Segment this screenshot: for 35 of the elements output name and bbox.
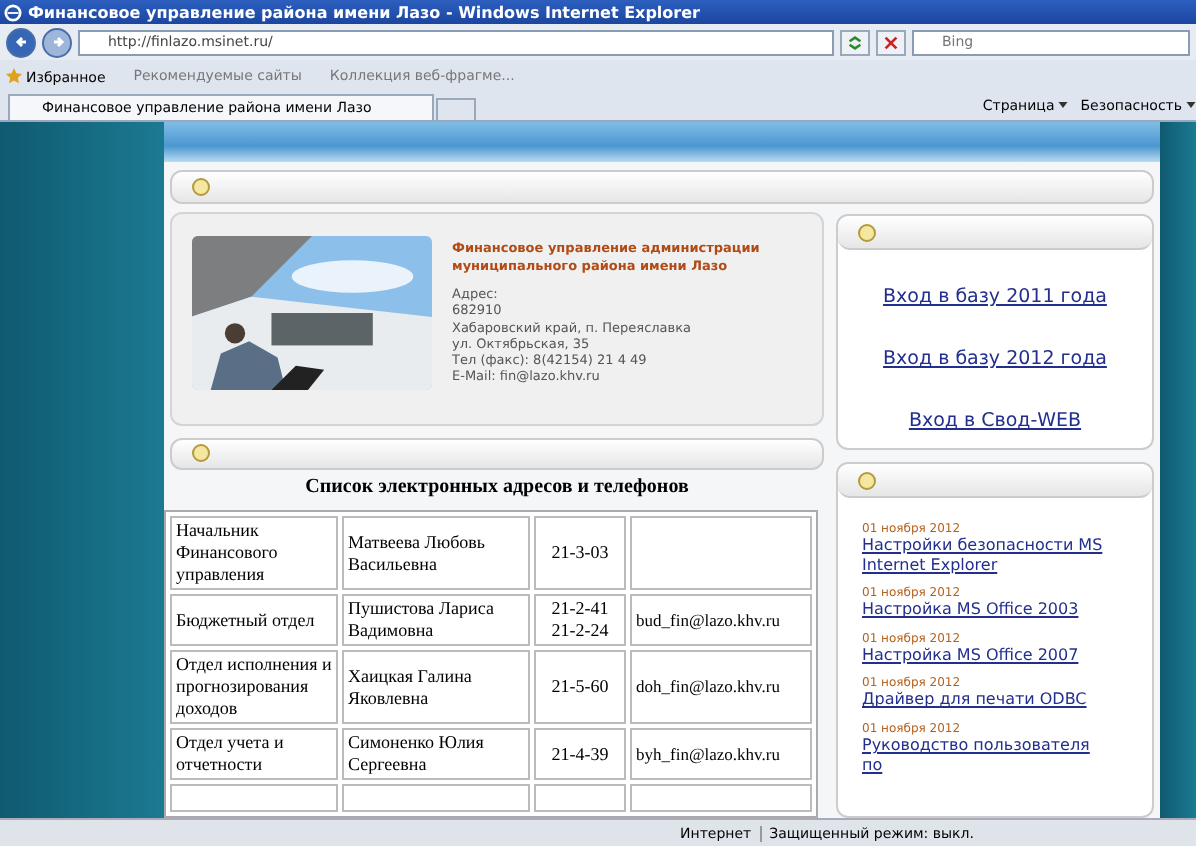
table-cell: Матвеева Любовь Васильевна: [342, 516, 530, 591]
window-title: Финансовое управление района имени Лазо - Windows Internet Explorer: [28, 3, 700, 21]
table-cell: Отдел учета и отчетности: [170, 728, 338, 780]
refresh-button[interactable]: [840, 29, 870, 55]
forward-button[interactable]: [42, 27, 72, 57]
news-link[interactable]: Настройки безопасности MS Internet Explorer: [862, 536, 1112, 575]
table-cell: Бюджетный отдел: [170, 594, 338, 647]
refresh-icon: [846, 33, 864, 51]
news-link[interactable]: Настройка MS Office 2003: [862, 600, 1112, 620]
caret-icon: [1058, 102, 1069, 108]
login-link[interactable]: Вход в Свод-WEB: [908, 410, 1082, 432]
table-cell: 21-2-41 21-2-24: [534, 594, 626, 647]
table-cell: 21-3-03: [534, 516, 626, 591]
table-cell: Хаицкая Галина Яковлевна: [342, 650, 530, 725]
login-link[interactable]: Вход в базу 2011 года: [883, 286, 1107, 308]
table-cell: Начальник Финансового управления: [170, 516, 338, 591]
table-cell: Отдел исполнения и прогнозирования доходов: [170, 650, 338, 725]
table-cell: 21-4-39: [534, 728, 626, 780]
table-cell: doh_fin@lazo.khv.ru: [630, 650, 812, 725]
table-cell: 21-5-60: [534, 650, 626, 725]
table-cell: Симоненко Юлия Сергеевна: [342, 728, 530, 780]
table-title: Список электронных адресов и телефонов: [303, 476, 691, 499]
caret-icon: [1186, 102, 1196, 108]
browser-logo-icon: [4, 3, 22, 21]
star-icon: [6, 67, 22, 83]
news-link[interactable]: Настройка MS Office 2007: [862, 645, 1112, 665]
arrow-left-icon: [11, 32, 31, 52]
news-link[interactable]: Драйвер для печати ODBC: [862, 690, 1112, 710]
back-button[interactable]: [6, 27, 36, 57]
table-cell: byh_fin@lazo.khv.ru: [630, 728, 812, 780]
table-cell: Пушистова Лариса Вадимовна: [342, 594, 530, 647]
news-link[interactable]: Руководство пользователя по: [862, 735, 1112, 775]
login-link[interactable]: Вход в базу 2012 года: [883, 348, 1107, 370]
close-icon[interactable]: [876, 29, 906, 55]
table-cell: bud_fin@lazo.khv.ru: [630, 594, 812, 647]
